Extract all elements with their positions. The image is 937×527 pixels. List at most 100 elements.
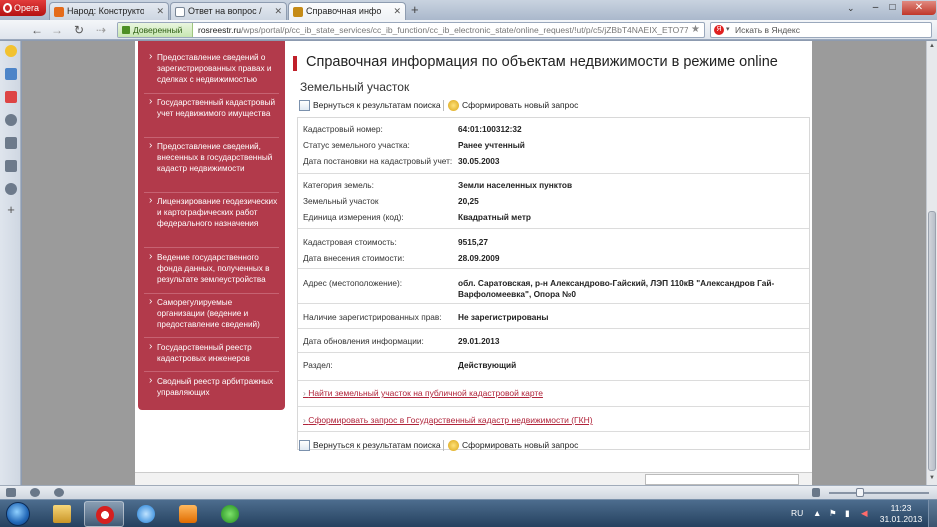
new-request-icon [448,440,459,451]
mail-icon[interactable] [5,68,17,80]
public-cadastral-map-link[interactable]: Найти земельный участок на публичной кад… [303,388,543,398]
action-divider [443,100,444,111]
back-to-results-button-bottom[interactable]: Вернуться к результатам поиска [299,437,441,453]
field-label: Кадастровая стоимость: [303,237,397,247]
field-label: Дата постановки на кадастровый учет: [303,156,453,166]
menu-item-arbitration-registry[interactable]: Сводный реестр арбитражных управляющих [138,375,285,398]
tab-label: Народ: Конструктор с... [67,6,144,16]
url-text[interactable]: rosreestr.ru/wps/portal/p/cc_ib_state_se… [198,23,688,37]
start-button[interactable] [6,502,30,526]
widgets-icon[interactable] [5,91,17,103]
back-to-results-button[interactable]: Вернуться к результатам поиска [299,97,441,113]
taskbar-clock[interactable]: 11:23 31.01.2013 [878,503,924,525]
footer-search-input[interactable] [645,474,799,485]
search-engine-dropdown-icon[interactable]: ▾ [726,23,730,37]
new-request-label: Сформировать новый запрос [462,440,579,450]
notes-icon[interactable] [5,137,17,149]
windows-taskbar: RU ▲ ⚑ ▮ ◀ 11:23 31.01.2013 [0,499,937,527]
menu-item-gkn-info[interactable]: Предоставление сведений, внесенных в гос… [138,140,285,174]
bookmark-star-icon[interactable]: ★ [691,23,700,37]
lock-icon [122,26,130,34]
menu-item-licensing[interactable]: Лицензирование геодезических и картограф… [138,195,285,229]
language-indicator[interactable]: RU [791,508,803,518]
volume-muted-icon[interactable]: ◀ [861,508,868,519]
downloads-icon[interactable] [5,160,17,172]
vertical-scrollbar[interactable]: ▲ ▼ [926,41,937,485]
section-value: Действующий [458,360,517,370]
field-label: Дата внесения стоимости: [303,253,405,263]
cost-date-value: 28.09.2009 [458,253,500,263]
unit-value: Квадратный метр [458,212,531,222]
field-label: Единица измерения (код): [303,212,404,222]
menu-item-rights-info[interactable]: Предоставление сведений о зарегистрирова… [138,51,285,85]
search-placeholder: Искать в Яндекс [735,25,800,35]
new-request-button[interactable]: Сформировать новый запрос [448,97,578,113]
show-desktop-button[interactable] [928,500,937,527]
taskbar-explorer[interactable] [42,501,82,527]
property-info-table: Кадастровый номер: 64:01:100312:32 Стату… [297,117,810,450]
taskbar-ie[interactable] [126,501,166,527]
favorites-icon[interactable] [5,114,17,126]
taskbar-utorrent[interactable] [210,501,250,527]
scrollbar-thumb[interactable] [928,211,936,471]
section-divider [298,380,809,381]
opera-unite-cloud-icon[interactable] [30,488,40,497]
close-window-button[interactable]: ✕ [902,1,936,15]
forward-arrow-icon[interactable]: → [48,22,66,38]
history-clock-icon[interactable] [5,183,17,195]
action-bar-top: Вернуться к результатам поиска Сформиров… [297,97,809,115]
field-label: Наличие зарегистрированных прав: [303,312,442,322]
page-container: Предоставление сведений о зарегистрирова… [135,41,812,485]
menu-divider [144,337,279,338]
tab-close-icon[interactable]: ✕ [274,3,282,19]
panel-toggle-icon[interactable] [6,488,16,497]
tray-expand-icon[interactable]: ▲ [813,508,821,518]
scroll-down-arrow-icon[interactable]: ▼ [927,473,937,483]
reload-icon[interactable]: ↻ [70,22,88,38]
new-tab-button[interactable]: + [411,2,419,18]
tab-label: Справочная информа... [306,6,381,16]
taskbar-media[interactable] [168,501,208,527]
tab-rosreestr[interactable]: Справочная информа... ✕ [288,2,406,21]
zoom-slider[interactable] [829,492,929,494]
section-divider [298,328,809,329]
tab-close-icon[interactable]: ✕ [393,3,401,19]
taskbar-opera[interactable] [84,501,124,527]
back-arrow-icon[interactable]: ← [28,22,46,38]
page-viewport: Предоставление сведений о зарегистрирова… [22,41,926,485]
field-label: Адрес (местоположение): [303,278,403,288]
search-input[interactable]: Я ▾ Искать в Яндекс [710,22,932,38]
zoom-slider-handle[interactable] [856,488,864,497]
maximize-button[interactable]: □ [884,1,901,15]
tab-list-chevron-icon[interactable]: ⌄ [847,3,855,14]
opera-menu-button[interactable]: Opera [0,0,46,16]
new-request-button-bottom[interactable]: Сформировать новый запрос [448,437,578,453]
menu-item-sro[interactable]: Саморегулируемые организации (ведение и … [138,296,285,330]
minimize-button[interactable]: – [867,1,884,15]
fast-forward-icon[interactable]: ⇢ [92,22,110,38]
section-divider [298,431,809,432]
back-document-icon [299,440,310,451]
action-bar-bottom: Вернуться к результатам поиска Сформиров… [297,437,809,455]
new-request-label: Сформировать новый запрос [462,100,579,110]
trusted-site-badge[interactable]: Доверенный [118,23,193,37]
tab-close-icon[interactable]: ✕ [156,3,164,19]
utorrent-icon [221,505,239,523]
bookmarks-star-icon[interactable] [5,45,17,57]
network-icon[interactable]: ▮ [845,508,850,519]
menu-divider [144,137,279,138]
menu-item-cadastral-registration[interactable]: Государственный кадастровый учет недвижи… [138,96,285,119]
action-center-flag-icon[interactable]: ⚑ [829,508,837,519]
menu-item-engineers-registry[interactable]: Государственный реестр кадастровых инжен… [138,341,285,364]
address-toolbar: ← → ↻ ⇢ Доверенный rosreestr.ru/wps/port… [0,20,937,40]
address-field[interactable]: Доверенный rosreestr.ru/wps/portal/p/cc_… [117,22,705,38]
add-panel-icon[interactable]: + [5,203,17,216]
turbo-icon[interactable] [54,488,64,497]
tab-answer[interactable]: Ответ на вопрос / Гла... ✕ [170,2,287,20]
address-value: обл. Саратовская, р-н Александрово-Гайск… [458,278,775,299]
zoom-view-icon[interactable] [812,488,820,497]
menu-item-land-data-fund[interactable]: Ведение государственного фонда данных, п… [138,251,285,285]
tab-narod[interactable]: Народ: Конструктор с... ✕ [49,2,169,20]
gkn-request-link[interactable]: Сформировать запрос в Государственный ка… [303,415,592,425]
scroll-up-arrow-icon[interactable]: ▲ [927,41,937,51]
